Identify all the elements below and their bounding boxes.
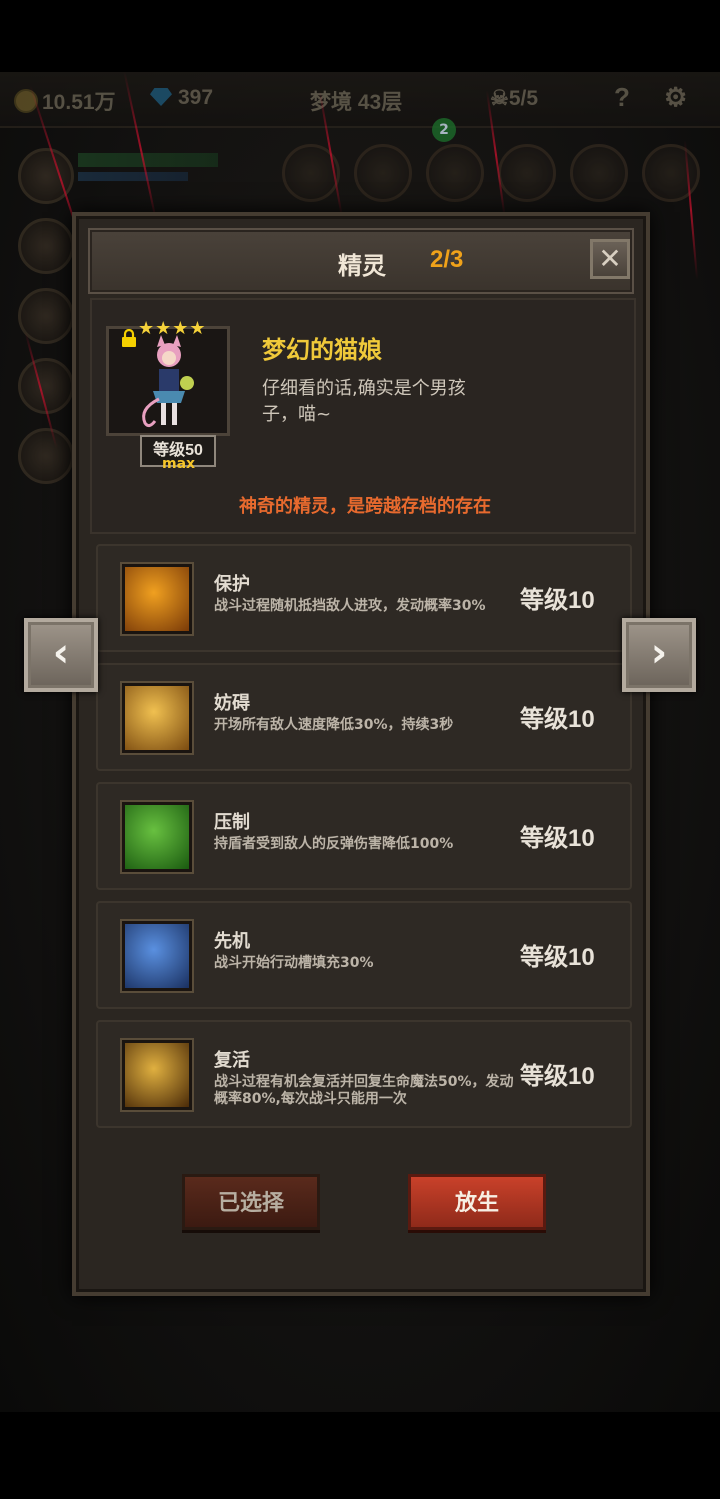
skill-description: 战斗过程随机抵挡敌人进攻，发动概率30%: [214, 598, 486, 614]
skill-level: 等级10: [520, 587, 595, 614]
skill-name: 压制: [214, 812, 250, 833]
notification-badge: 2: [432, 118, 456, 142]
release-button[interactable]: 放生: [408, 1174, 546, 1230]
equip-slot-3[interactable]: [426, 144, 484, 202]
skull-icon: ☠: [490, 87, 509, 110]
gem-value: 397: [178, 86, 214, 109]
chained-boot-icon: [122, 683, 192, 753]
selected-button[interactable]: 已选择: [182, 1174, 320, 1230]
skill-description: 战斗过程有机会复活并回复生命魔法50%，发动概率80%,每次战斗只能用一次: [214, 1074, 514, 1107]
mp-bar: [78, 172, 188, 181]
modal-header: 精灵 2/3 ✕: [88, 228, 634, 294]
revive-figure-icon: [122, 1040, 192, 1110]
gold-value: 10.51万: [42, 91, 116, 114]
leopard-icon: [122, 921, 192, 991]
resource-bar: 10.51万 397 梦境 43层 ☠5/5 ? ⚙: [0, 72, 720, 128]
skill-row[interactable]: 妨碍 开场所有敌人速度降低30%，持续3秒 等级10: [96, 663, 632, 771]
equip-slot-2[interactable]: [354, 144, 412, 202]
chevron-right-icon: ›: [650, 630, 668, 676]
modal-title: 精灵: [338, 253, 386, 280]
skill-description: 开场所有敌人速度降低30%，持续3秒: [214, 717, 454, 733]
lock-icon[interactable]: [121, 329, 137, 347]
skill-level: 等级10: [520, 706, 595, 733]
skill-name: 保护: [214, 574, 250, 595]
skull-counter: ☠5/5: [490, 86, 538, 111]
beast-claw-icon: [122, 802, 192, 872]
hero-description: 仔细看的话,确实是个男孩子，喵~: [262, 378, 466, 425]
equip-slot-4[interactable]: [498, 144, 556, 202]
hero-tagline: 神奇的精灵，是跨越存档的存在: [239, 496, 491, 517]
sprite-detail-modal: 精灵 2/3 ✕ ★★★★ 等级50 max 梦幻的猫娘 仔细看的话,确实是个男…: [72, 212, 650, 1296]
close-button[interactable]: ✕: [590, 239, 630, 279]
rarity-stars: ★★★★: [138, 318, 207, 339]
gold-counter: 10.51万: [14, 86, 116, 116]
skill-row[interactable]: 压制 持盾者受到敌人的反弹伤害降低100% 等级10: [96, 782, 632, 890]
gem-icon: [150, 88, 172, 106]
equip-slot-5[interactable]: [570, 144, 628, 202]
gem-counter: 397: [150, 86, 213, 110]
chevron-left-icon: ‹: [52, 630, 70, 676]
phoenix-shield-icon: [122, 564, 192, 634]
party-portrait-5[interactable]: [18, 428, 74, 484]
sprite-count: 2/3: [430, 246, 464, 273]
skull-value: 5/5: [508, 87, 539, 110]
skill-description: 持盾者受到敌人的反弹伤害降低100%: [214, 836, 454, 852]
skill-level: 等级10: [520, 944, 595, 971]
skill-level: 等级10: [520, 825, 595, 852]
skill-row[interactable]: 先机 战斗开始行动槽填充30% 等级10: [96, 901, 632, 1009]
hero-name: 梦幻的猫娘: [262, 337, 382, 364]
max-level-tag: max: [162, 456, 196, 472]
equip-slot-6[interactable]: [642, 144, 700, 202]
skill-name: 先机: [214, 931, 250, 952]
question-icon[interactable]: ?: [614, 82, 630, 113]
skill-description: 战斗开始行动槽填充30%: [214, 955, 374, 971]
hp-bar: [78, 153, 218, 167]
gear-icon[interactable]: ⚙: [664, 82, 687, 113]
next-arrow-button[interactable]: ›: [622, 618, 696, 692]
skill-row[interactable]: 复活 战斗过程有机会复活并回复生命魔法50%，发动概率80%,每次战斗只能用一次…: [96, 1020, 632, 1128]
skill-name: 妨碍: [214, 693, 250, 714]
prev-arrow-button[interactable]: ‹: [24, 618, 98, 692]
skill-row[interactable]: 保护 战斗过程随机抵挡敌人进攻，发动概率30% 等级10: [96, 544, 632, 652]
skill-name: 复活: [214, 1050, 250, 1071]
party-portrait-2[interactable]: [18, 218, 74, 274]
skill-level: 等级10: [520, 1063, 595, 1090]
